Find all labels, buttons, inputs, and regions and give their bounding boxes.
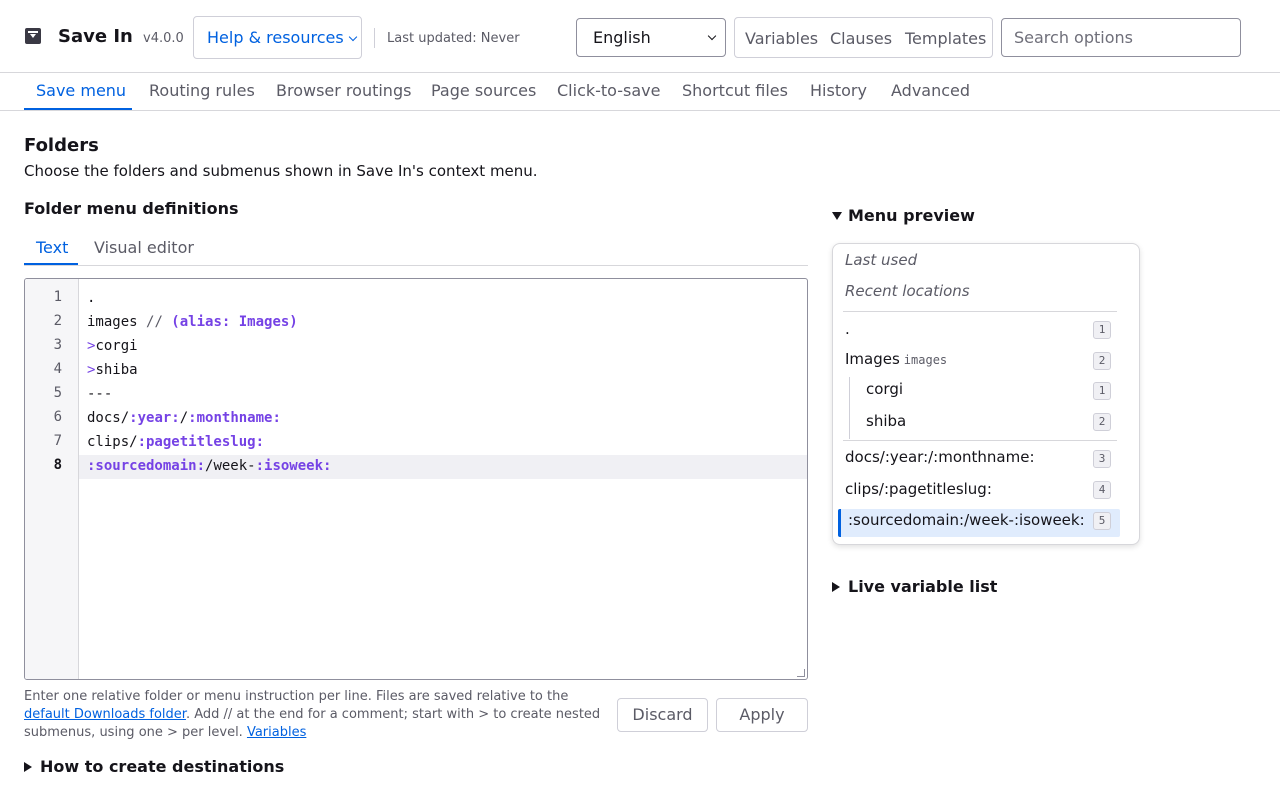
preview-item-selected: :sourcedomain:/week-:isoweek: <box>848 511 1085 529</box>
preview-item-badge: 4 <box>1093 481 1111 499</box>
preview-item-label: Images <box>845 350 900 368</box>
code-line: docs/:year:/:monthname: <box>87 410 281 426</box>
preview-item-badge: 1 <box>1093 321 1111 339</box>
disclosure-collapsed-icon <box>832 582 840 592</box>
code-line: images // (alias: Images) <box>87 314 298 330</box>
how-to-create-destinations-toggle[interactable]: How to create destinations <box>24 757 284 776</box>
live-variable-list-toggle[interactable]: Live variable list <box>832 577 997 596</box>
preview-separator <box>843 440 1117 441</box>
code-line: . <box>87 290 96 306</box>
page-description: Choose the folders and submenus shown in… <box>24 162 538 180</box>
tab-shortcut-files[interactable]: Shortcut files <box>682 81 788 100</box>
help-resources-label: Help & resources <box>207 28 344 47</box>
default-downloads-link[interactable]: default Downloads folder <box>24 707 186 722</box>
header-divider <box>374 28 375 48</box>
tab-save-menu[interactable]: Save menu <box>36 81 126 100</box>
editor-tab-indicator <box>24 263 78 265</box>
resize-handle-icon[interactable] <box>797 669 805 677</box>
tab-page-sources[interactable]: Page sources <box>431 81 536 100</box>
select-chevron-icon <box>707 31 717 41</box>
help-text-part1: Enter one relative folder or menu instru… <box>24 689 569 704</box>
tab-routing-rules[interactable]: Routing rules <box>149 81 255 100</box>
line-number: 6 <box>53 409 62 425</box>
line-number: 3 <box>53 337 62 353</box>
preview-item-badge: 2 <box>1093 413 1111 431</box>
code-line: --- <box>87 386 113 402</box>
preview-item-badge: 1 <box>1093 382 1111 400</box>
line-number: 5 <box>53 385 62 401</box>
preview-item-alias-source: images <box>903 353 948 367</box>
editor-mode-tabs: Text Visual editor <box>24 230 808 266</box>
tab-advanced[interactable]: Advanced <box>891 81 970 100</box>
tab-history[interactable]: History <box>810 81 867 100</box>
last-updated-text: Last updated: Never <box>387 31 520 46</box>
reference-links: Variables Clauses Templates <box>734 17 993 58</box>
code-line: >corgi <box>87 338 138 354</box>
preview-recent-locations: Recent locations <box>845 282 970 300</box>
language-select[interactable]: English <box>576 18 726 57</box>
language-value: English <box>593 28 651 47</box>
preview-item: Images images <box>845 350 947 368</box>
preview-separator <box>843 311 1117 312</box>
code-line: :sourcedomain:/week-:isoweek: <box>87 458 332 474</box>
menu-preview-toggle[interactable]: Menu preview <box>832 206 975 225</box>
submenu-indent-bar <box>849 377 850 439</box>
line-number: 2 <box>53 313 62 329</box>
main-nav-tabs: Save menu Routing rules Browser routings… <box>0 73 1280 111</box>
folder-definitions-editor[interactable]: 1 2 3 4 5 6 7 8 . images // (alias: Imag… <box>24 278 808 680</box>
line-number-gutter: 1 2 3 4 5 6 7 8 <box>25 279 79 679</box>
tab-visual-editor[interactable]: Visual editor <box>94 238 194 257</box>
section-title: Folder menu definitions <box>24 199 239 218</box>
app-header: Save In v4.0.0 Help & resources Last upd… <box>0 0 1280 73</box>
line-number-current: 8 <box>53 457 62 473</box>
preview-last-used: Last used <box>845 251 918 269</box>
tab-click-to-save[interactable]: Click-to-save <box>557 81 660 100</box>
menu-preview-panel: Last used Recent locations . 1 Images ima… <box>832 243 1140 545</box>
live-variable-list-label: Live variable list <box>848 577 998 596</box>
search-options-input[interactable] <box>1001 18 1241 57</box>
active-tab-indicator <box>24 108 132 110</box>
line-number: 4 <box>53 361 62 377</box>
preview-subitem: shiba <box>866 412 907 430</box>
preview-item-badge: 3 <box>1093 450 1111 468</box>
clauses-link[interactable]: Clauses <box>830 29 892 48</box>
code-line: clips/:pagetitleslug: <box>87 434 265 450</box>
tab-browser-routings[interactable]: Browser routings <box>276 81 411 100</box>
line-number: 1 <box>53 289 62 305</box>
menu-preview-heading: Menu preview <box>848 206 975 225</box>
variables-help-link[interactable]: Variables <box>247 725 306 740</box>
save-in-logo-icon <box>25 28 41 44</box>
app-version: v4.0.0 <box>143 31 184 46</box>
app-title: Save In <box>58 26 133 47</box>
preview-item: clips/:pagetitleslug: <box>845 480 992 498</box>
chevron-down-icon <box>348 32 357 42</box>
preview-item-badge: 2 <box>1093 352 1111 370</box>
how-to-label: How to create destinations <box>40 757 285 776</box>
page-title: Folders <box>24 135 99 156</box>
preview-subitem: corgi <box>866 380 904 398</box>
disclosure-collapsed-icon <box>24 762 32 772</box>
editor-help-text: Enter one relative folder or menu instru… <box>24 688 608 742</box>
tab-text[interactable]: Text <box>36 238 68 257</box>
variables-link[interactable]: Variables <box>745 29 818 48</box>
line-number: 7 <box>53 433 62 449</box>
preview-item-badge: 5 <box>1093 512 1111 530</box>
disclosure-expanded-icon <box>832 212 842 220</box>
templates-link[interactable]: Templates <box>905 29 986 48</box>
help-resources-button[interactable]: Help & resources <box>193 16 362 59</box>
apply-button[interactable]: Apply <box>716 698 808 732</box>
preview-item: . <box>845 320 850 338</box>
discard-button[interactable]: Discard <box>617 698 708 732</box>
code-line: >shiba <box>87 362 138 378</box>
preview-item: docs/:year:/:monthname: <box>845 448 1035 466</box>
